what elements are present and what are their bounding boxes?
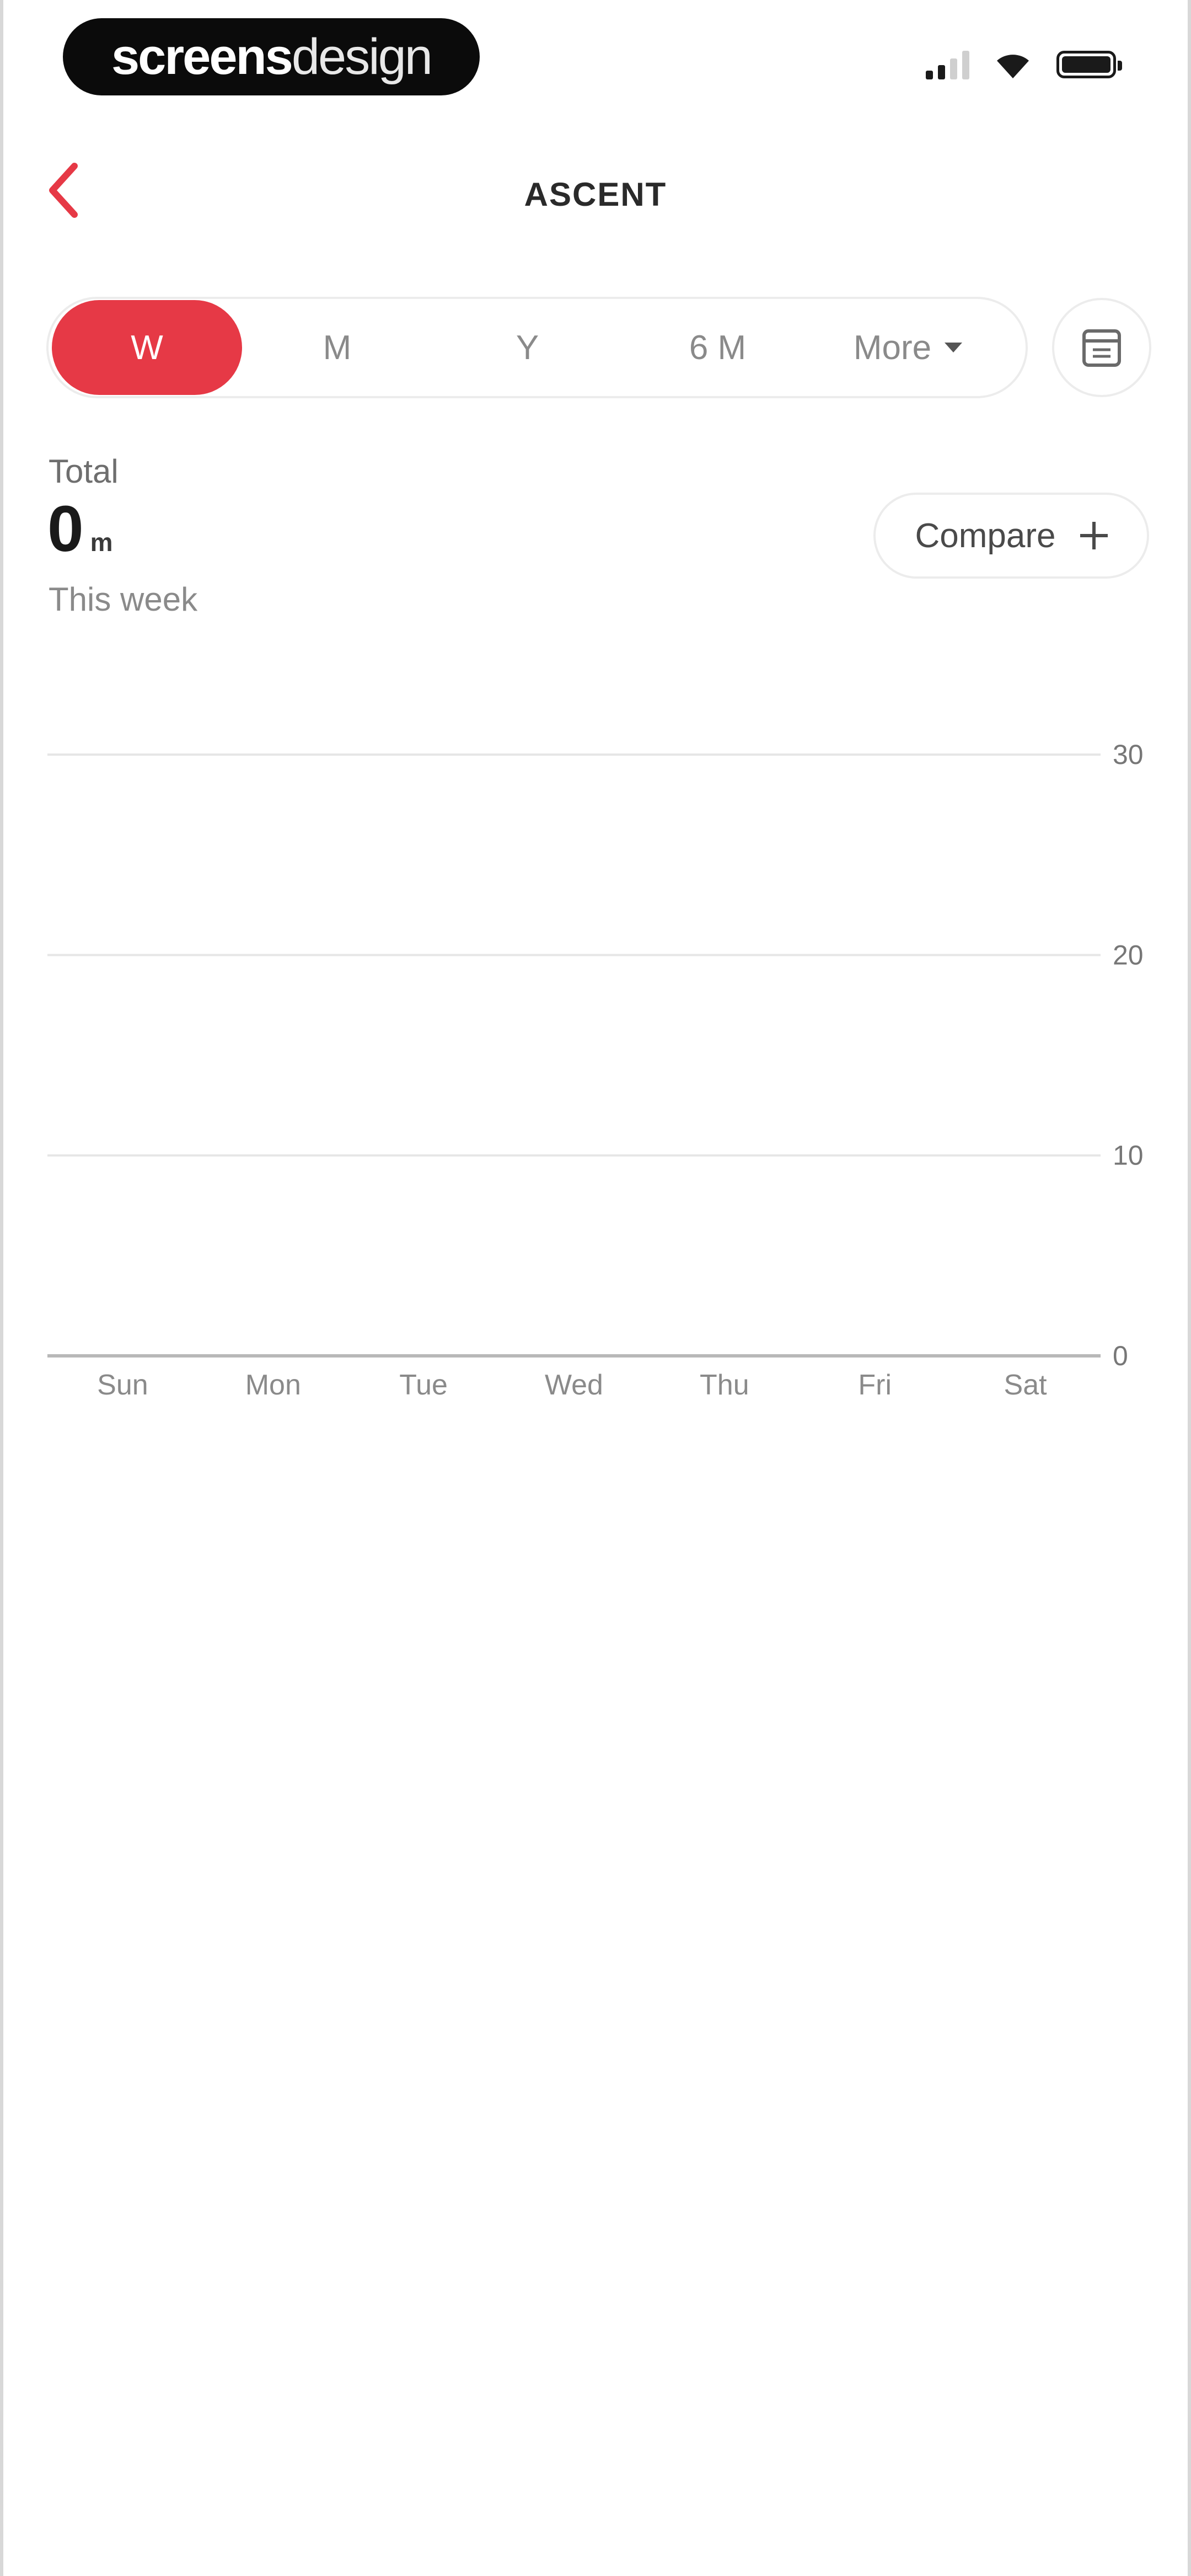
x-tick-label-mon: Mon (245, 1369, 301, 1401)
x-tick-label-sun: Sun (97, 1369, 148, 1401)
x-tick-label-wed: Wed (545, 1369, 603, 1401)
x-tick-label-fri: Fri (858, 1369, 892, 1401)
x-tick-label-thu: Thu (700, 1369, 749, 1401)
x-tick-label-sat: Sat (1004, 1369, 1048, 1401)
y-tick-label: 0 (1113, 1340, 1128, 1371)
x-tick-label-tue: Tue (399, 1369, 448, 1401)
y-tick-label: 10 (1113, 1140, 1144, 1171)
y-tick-label: 20 (1113, 939, 1144, 970)
ascent-bar-chart: 0 10 20 30 Sun Mon Tue Wed Thu Fri Sat (47, 739, 1144, 1401)
y-tick-label: 30 (1113, 739, 1144, 770)
ascent-screen: screens design ASCENT W M Y 6 M More Tot… (0, 0, 1191, 2576)
